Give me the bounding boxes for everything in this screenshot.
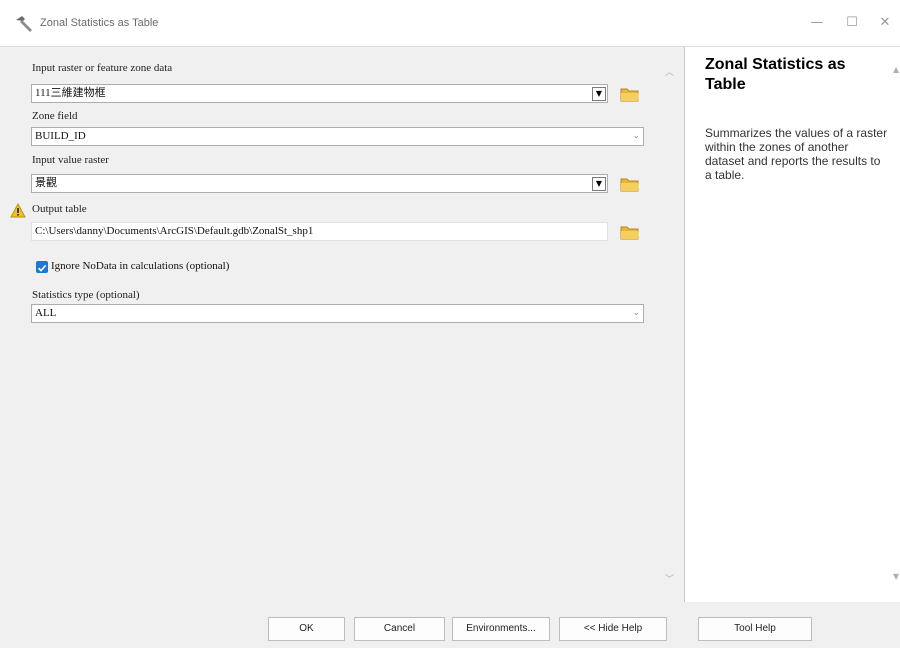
ok-button[interactable]: OK <box>268 617 345 641</box>
title-bar: Zonal Statistics as Table — ☐ ✕ <box>0 0 900 47</box>
statistics-type-label: Statistics type (optional) <box>32 289 140 301</box>
input-value-combobox[interactable]: 景觀 <box>31 174 608 193</box>
input-value-value: 景觀 <box>35 177 57 189</box>
chevron-up-icon[interactable]: ︿ <box>665 65 674 78</box>
hammer-icon <box>16 16 32 32</box>
warning-icon <box>10 203 26 218</box>
folder-icon[interactable] <box>620 223 640 241</box>
close-button[interactable]: ✕ <box>868 8 900 38</box>
input-zone-value: 111三維建物框 <box>35 87 106 99</box>
help-pane: Zonal Statistics as Table Summarizes the… <box>684 47 900 602</box>
environments-button[interactable]: Environments... <box>452 617 550 641</box>
output-table-input[interactable]: C:\Users\danny\Documents\ArcGIS\Default.… <box>31 222 608 241</box>
input-zone-dropdown-arrow[interactable]: ▼ <box>592 87 606 101</box>
output-table-value: C:\Users\danny\Documents\ArcGIS\Default.… <box>35 225 314 237</box>
chevron-down-icon: ⌄ <box>632 131 640 141</box>
help-description: Summarizes the values of a raster within… <box>705 126 888 182</box>
hide-help-button[interactable]: << Hide Help <box>559 617 667 641</box>
minimize-button[interactable]: — <box>800 8 834 38</box>
zone-field-dropdown[interactable]: BUILD_ID ⌄ <box>31 127 644 146</box>
input-zone-label: Input raster or feature zone data <box>32 62 173 74</box>
zone-field-value: BUILD_ID <box>35 130 86 142</box>
input-value-label: Input value raster <box>32 154 109 166</box>
zone-field-label: Zone field <box>32 110 78 122</box>
statistics-type-dropdown[interactable]: ALL ⌄ <box>31 304 644 323</box>
chevron-down-icon: ⌄ <box>632 308 640 318</box>
parameters-scrollbar[interactable]: ︿ ﹀ <box>662 47 678 602</box>
input-zone-combobox[interactable]: 111三維建物框 <box>31 84 608 103</box>
output-table-label: Output table <box>32 203 87 215</box>
folder-icon[interactable] <box>620 175 640 193</box>
folder-icon[interactable] <box>620 85 640 103</box>
input-value-dropdown-arrow[interactable]: ▼ <box>592 177 606 191</box>
ignore-nodata-label: Ignore NoData in calculations (optional) <box>51 260 230 272</box>
cancel-button[interactable]: Cancel <box>354 617 445 641</box>
chevron-down-icon[interactable]: ﹀ <box>665 572 674 585</box>
ignore-nodata-checkbox[interactable] <box>36 261 48 273</box>
tool-help-button[interactable]: Tool Help <box>698 617 812 641</box>
help-title: Zonal Statistics as Table <box>705 56 846 93</box>
help-scroll-up-icon[interactable]: ▲ <box>893 65 899 74</box>
checkmark-icon <box>37 264 47 272</box>
maximize-button[interactable]: ☐ <box>835 8 869 38</box>
window-title: Zonal Statistics as Table <box>40 17 159 29</box>
statistics-type-value: ALL <box>35 307 57 319</box>
help-scroll-down-icon[interactable]: ▼ <box>893 572 899 581</box>
